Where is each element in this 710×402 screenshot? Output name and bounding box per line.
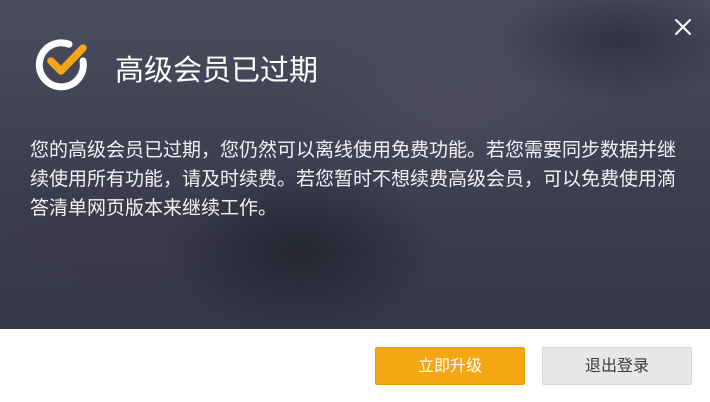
upgrade-button[interactable]: 立即升级 bbox=[375, 347, 525, 385]
close-icon[interactable] bbox=[668, 12, 698, 42]
dialog-header: 高级会员已过期 您的高级会员已过期，您仍然可以离线使用免费功能。若您需要同步数据… bbox=[0, 0, 710, 329]
ticktick-check-logo-icon bbox=[35, 39, 87, 91]
dialog-title: 高级会员已过期 bbox=[115, 53, 319, 87]
logout-button[interactable]: 退出登录 bbox=[542, 347, 692, 385]
premium-expired-dialog: 高级会员已过期 您的高级会员已过期，您仍然可以离线使用免费功能。若您需要同步数据… bbox=[0, 0, 710, 402]
dialog-message: 您的高级会员已过期，您仍然可以离线使用免费功能。若您需要同步数据并继续使用所有功… bbox=[30, 139, 677, 219]
dialog-footer: 立即升级 退出登录 bbox=[0, 329, 710, 402]
